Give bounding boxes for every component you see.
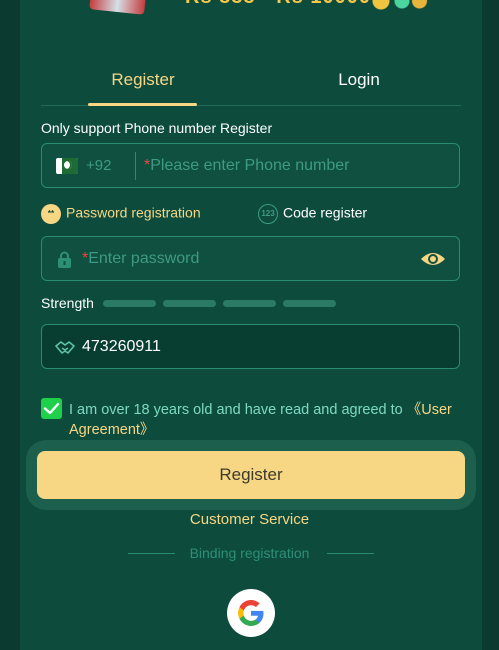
handshake-icon xyxy=(55,341,75,354)
strength-bar-3 xyxy=(223,300,276,307)
coins-icon xyxy=(360,0,430,12)
eye-icon[interactable] xyxy=(420,250,446,268)
password-registration-option[interactable]: ** Password registration xyxy=(41,204,201,224)
agreement-checkbox[interactable] xyxy=(41,398,62,419)
active-tab-indicator xyxy=(88,103,197,106)
tab-login[interactable]: Login xyxy=(304,70,414,90)
password-registration-label: Password registration xyxy=(66,204,201,221)
invite-code-input[interactable]: 473260911 xyxy=(41,324,460,369)
google-login-button[interactable] xyxy=(227,589,275,637)
strength-bar-2 xyxy=(163,300,216,307)
phone-input[interactable]: +92 *Please enter Phone number xyxy=(41,143,460,188)
register-button[interactable]: Register xyxy=(37,451,465,499)
divider-right xyxy=(327,553,374,554)
tab-register[interactable]: Register xyxy=(88,70,198,90)
pakistan-flag-icon xyxy=(56,158,78,174)
auth-tabs: Register Login xyxy=(41,62,461,106)
strength-label: Strength xyxy=(41,295,94,311)
strength-bar-1 xyxy=(103,300,156,307)
lock-icon xyxy=(58,251,71,268)
divider xyxy=(135,152,136,180)
password-dots-icon: ** xyxy=(41,204,61,224)
country-code[interactable]: +92 xyxy=(86,157,111,174)
banner-decoration xyxy=(89,0,146,15)
check-icon xyxy=(43,402,60,415)
invite-code-value: 473260911 xyxy=(82,338,161,355)
binding-registration-label: Binding registration xyxy=(189,545,310,561)
banner-text: Rs 888 · Rs 10000 xyxy=(185,0,371,9)
promo-banner[interactable]: Rs 888 · Rs 10000 xyxy=(20,0,482,20)
phone-label: Only support Phone number Register xyxy=(41,120,273,136)
google-icon xyxy=(238,600,264,626)
code-123-icon: 123 xyxy=(258,204,278,224)
code-register-option[interactable]: 123 Code register xyxy=(258,204,367,224)
password-placeholder: *Enter password xyxy=(82,250,200,267)
strength-bar-4 xyxy=(283,300,336,307)
phone-placeholder: *Please enter Phone number xyxy=(144,157,350,174)
code-register-label: Code register xyxy=(283,204,368,221)
password-input[interactable]: *Enter password xyxy=(41,236,460,281)
customer-service-link[interactable]: Customer Service xyxy=(0,511,499,528)
agreement-text: I am over 18 years old and have read and… xyxy=(69,402,452,438)
